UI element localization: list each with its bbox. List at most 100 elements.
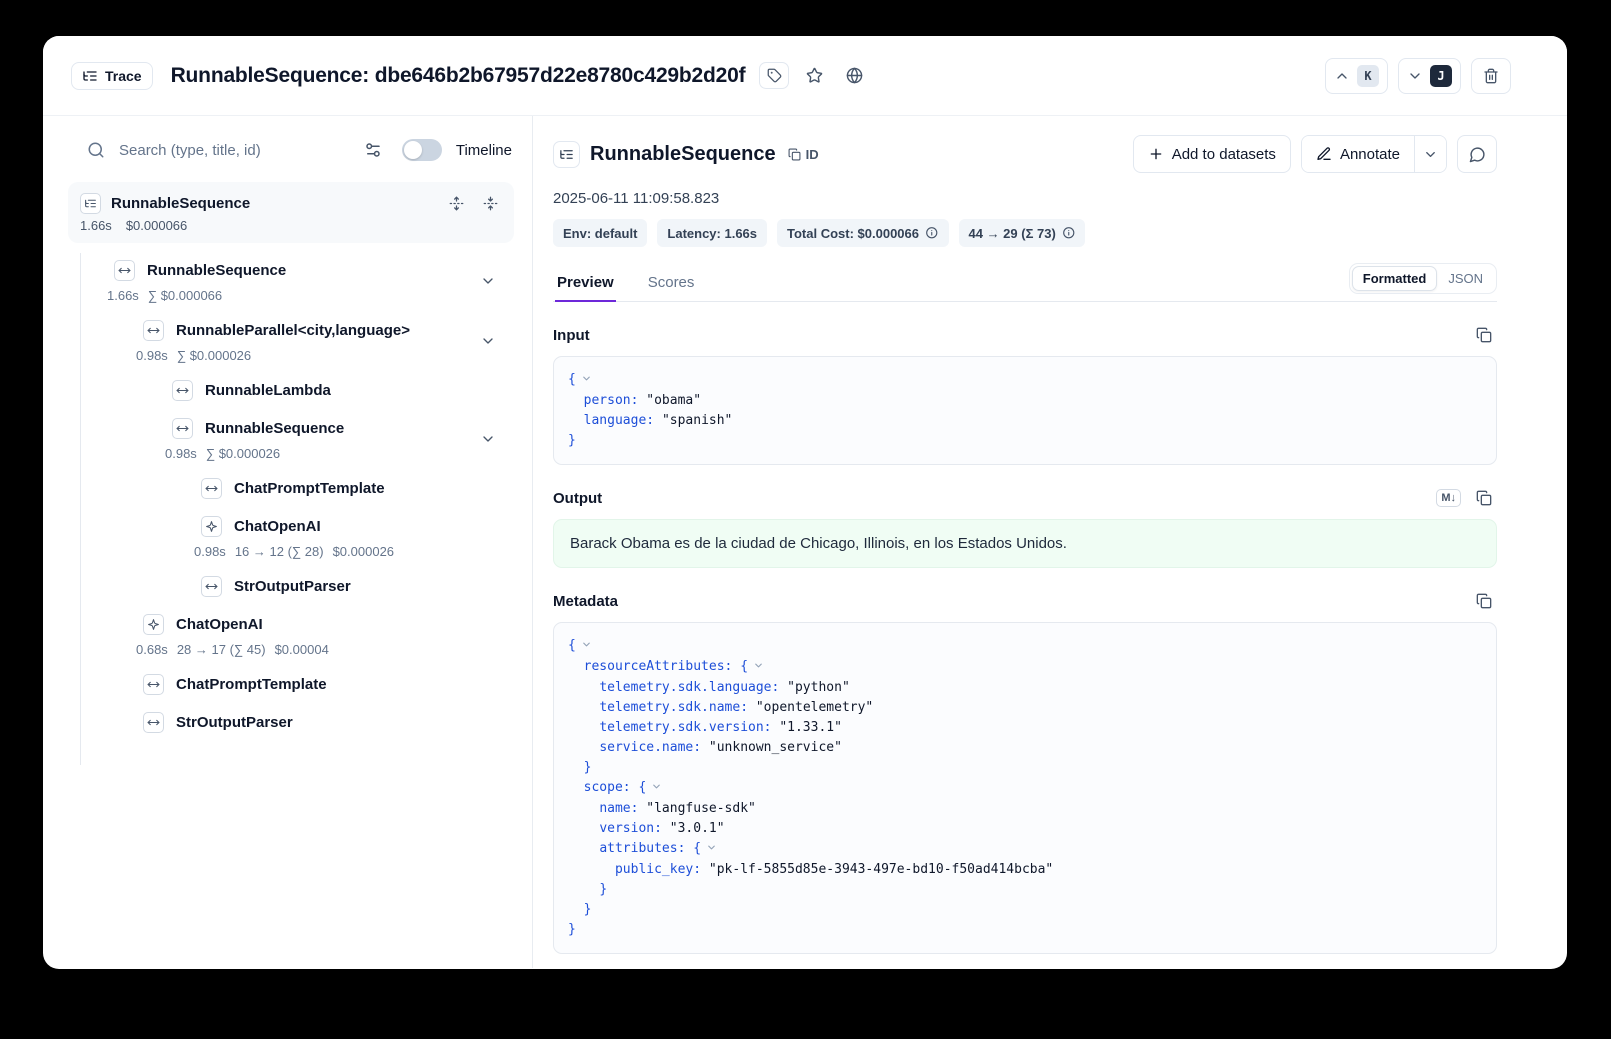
formatted-toggle-button[interactable]: Formatted: [1352, 266, 1438, 291]
span-icon: [201, 576, 222, 597]
output-content: Barack Obama es de la ciudad de Chicago,…: [553, 519, 1497, 568]
json-line: person: "obama": [568, 391, 1482, 411]
tag-button[interactable]: [759, 62, 789, 89]
json-line: name: "langfuse-sdk": [568, 799, 1482, 819]
search-input[interactable]: [119, 142, 344, 159]
tree-node[interactable]: RunnableSequence0.98s∑ $0.000026: [43, 409, 532, 469]
trace-type-button[interactable]: Trace: [71, 62, 153, 90]
copy-output-button[interactable]: [1471, 485, 1497, 511]
annotate-button[interactable]: Annotate: [1302, 136, 1414, 172]
tree-node[interactable]: ChatOpenAI0.68s28 → 17 (∑ 45)$0.00004: [43, 605, 532, 665]
output-section: Output M↓ Barack Obama es de la ciudad d…: [553, 485, 1497, 568]
generation-icon: [201, 516, 222, 537]
chevron-down-icon[interactable]: [480, 273, 496, 289]
input-json: { person: "obama" language: "spanish"}: [553, 356, 1497, 465]
badge-row: Env: default Latency: 1.66s Total Cost: $0…: [553, 219, 1497, 247]
tree-node-label: ChatPromptTemplate: [234, 480, 385, 497]
span-icon: [172, 418, 193, 439]
public-globe-button[interactable]: [839, 61, 869, 91]
tree-node[interactable]: RunnableLambda: [43, 371, 532, 409]
collapse-caret-icon[interactable]: [706, 840, 717, 860]
copy-icon: [788, 148, 801, 161]
tree-node[interactable]: RunnableParallel<city,language>0.98s∑ $0…: [43, 311, 532, 371]
span-icon: [172, 380, 193, 401]
tab-preview[interactable]: Preview: [555, 274, 616, 302]
chevron-down-icon[interactable]: [480, 333, 496, 349]
span-icon: [114, 260, 135, 281]
copy-input-button[interactable]: [1471, 322, 1497, 348]
add-to-datasets-button[interactable]: Add to datasets: [1133, 135, 1291, 173]
span-icon: [143, 320, 164, 341]
span-icon: [143, 712, 164, 733]
metric-badge: 44 → 29 (Σ 73): [959, 219, 1086, 247]
chevron-up-icon: [1334, 68, 1350, 84]
trace-root-node[interactable]: RunnableSequence 1.66s $0.000066: [68, 182, 514, 243]
observation-title: RunnableSequence: [590, 143, 776, 166]
json-line: language: "spanish": [568, 411, 1482, 431]
collapse-caret-icon[interactable]: [581, 637, 592, 657]
tree-node-meta: 1.66s∑ $0.000066: [107, 286, 532, 304]
json-line: }: [568, 900, 1482, 920]
bookmark-star-button[interactable]: [799, 61, 829, 91]
shortcut-k-key: K: [1357, 65, 1379, 87]
prev-trace-button[interactable]: K: [1325, 58, 1388, 94]
tree-node-label: ChatOpenAI: [234, 518, 321, 535]
metric-badge: Env: default: [553, 219, 647, 247]
langfuse-trace-window: Trace RunnableSequence: dbe646b2b67957d2…: [43, 36, 1567, 969]
info-icon[interactable]: [925, 226, 939, 240]
collapse-caret-icon[interactable]: [581, 371, 592, 391]
search-row: Timeline: [43, 132, 532, 168]
next-trace-button[interactable]: J: [1398, 58, 1461, 94]
info-icon[interactable]: [1062, 226, 1076, 240]
json-line: version: "3.0.1": [568, 819, 1482, 839]
collapse-caret-icon[interactable]: [753, 658, 764, 678]
root-node-meta: 1.66s $0.000066: [80, 218, 502, 233]
tree-node[interactable]: ChatPromptTemplate: [43, 469, 532, 507]
tree-node[interactable]: StrOutputParser: [43, 703, 532, 741]
json-line: resourceAttributes: {: [568, 657, 1482, 678]
metadata-json: { resourceAttributes: { telemetry.sdk.la…: [553, 622, 1497, 954]
metric-badge: Total Cost: $0.000066: [777, 219, 948, 247]
tree-node[interactable]: ChatPromptTemplate: [43, 665, 532, 703]
collapse-all-icon[interactable]: [478, 191, 502, 215]
tree-node[interactable]: RunnableSequence 1.66s∑ $0.000066: [43, 251, 532, 311]
trace-title: RunnableSequence: dbe646b2b67957d22e8780…: [171, 64, 746, 88]
tab-scores[interactable]: Scores: [646, 274, 697, 301]
observation-detail-panel: RunnableSequence ID Add to datasets: [533, 116, 1567, 968]
tree-node-label: StrOutputParser: [176, 714, 293, 731]
expand-all-icon[interactable]: [444, 191, 468, 215]
trace-chip-label: Trace: [105, 68, 142, 84]
json-line: telemetry.sdk.version: "1.33.1": [568, 718, 1482, 738]
json-toggle-button[interactable]: JSON: [1437, 266, 1494, 291]
comments-button[interactable]: [1457, 135, 1497, 173]
shortcut-j-key: J: [1430, 65, 1452, 87]
copy-id-button[interactable]: ID: [788, 147, 819, 162]
generation-icon: [143, 614, 164, 635]
tree-node-label: StrOutputParser: [234, 578, 351, 595]
collapse-caret-icon[interactable]: [651, 779, 662, 799]
annotate-dropdown-button[interactable]: [1414, 136, 1446, 172]
markdown-toggle-button[interactable]: M↓: [1436, 489, 1461, 507]
json-line: scope: {: [568, 778, 1482, 799]
tree-node[interactable]: StrOutputParser: [43, 567, 532, 605]
timeline-label: Timeline: [456, 142, 512, 159]
chevron-down-icon[interactable]: [480, 431, 496, 447]
json-line: telemetry.sdk.name: "opentelemetry": [568, 698, 1482, 718]
add-to-datasets-label: Add to datasets: [1172, 146, 1276, 163]
tree-node-label: ChatOpenAI: [176, 616, 263, 633]
metadata-section: Metadata { resourceAttributes: { telemet…: [553, 588, 1497, 954]
filter-sliders-icon[interactable]: [358, 135, 388, 165]
json-line: telemetry.sdk.language: "python": [568, 678, 1482, 698]
copy-metadata-button[interactable]: [1471, 588, 1497, 614]
annotate-split-button: Annotate: [1301, 135, 1447, 173]
metric-badge: Latency: 1.66s: [657, 219, 767, 247]
delete-trace-button[interactable]: [1471, 58, 1511, 94]
tree-node-label: RunnableSequence: [147, 262, 286, 279]
chevron-down-icon: [1407, 68, 1423, 84]
list-tree-icon: [80, 193, 101, 214]
timeline-toggle[interactable]: [402, 139, 442, 161]
json-line: {: [568, 370, 1482, 391]
tree-node[interactable]: ChatOpenAI0.98s16 → 12 (∑ 28)$0.000026: [43, 507, 532, 567]
tree-node-label: RunnableLambda: [205, 382, 331, 399]
list-tree-icon: [82, 68, 98, 84]
